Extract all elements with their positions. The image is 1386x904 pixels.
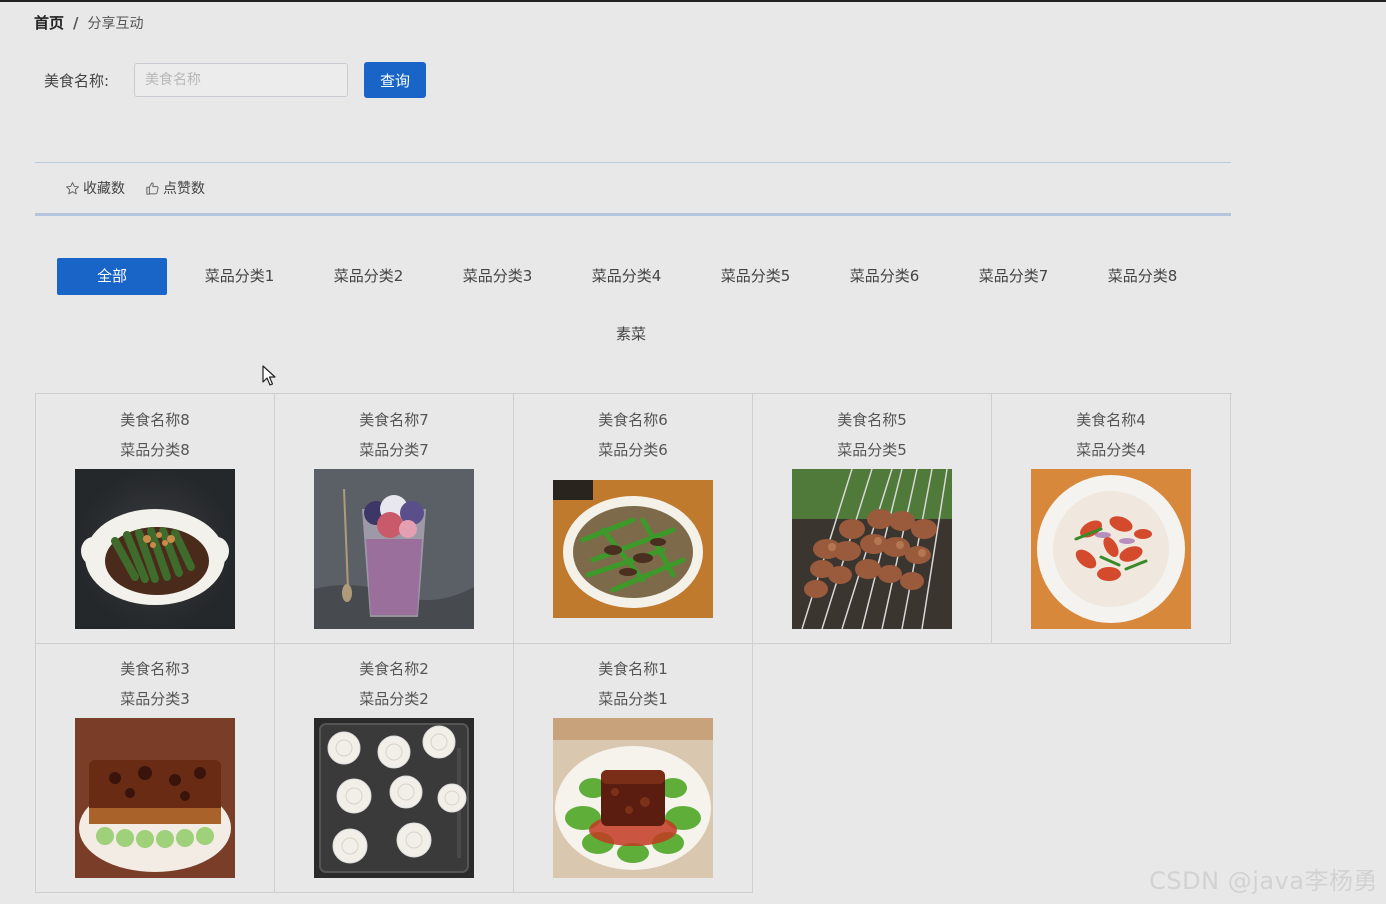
breadcrumb-home[interactable]: 首页 (34, 12, 64, 33)
category-tab-all[interactable]: 全部 (57, 258, 167, 295)
food-card[interactable]: 美食名称1 菜品分类1 (514, 643, 753, 893)
food-image-crayfish-plate[interactable] (1031, 469, 1191, 629)
food-image-okra-dish[interactable] (75, 469, 235, 629)
search-label: 美食名称: (44, 71, 110, 90)
food-category: 菜品分类6 (598, 441, 668, 459)
food-category: 菜品分类7 (359, 441, 429, 459)
sort-favorites-label: 收藏数 (83, 181, 125, 197)
food-name: 美食名称1 (598, 660, 668, 678)
breadcrumb-separator: / (73, 13, 79, 32)
star-icon (66, 181, 79, 194)
category-tab-7[interactable]: 菜品分类7 (949, 258, 1078, 295)
search-input[interactable] (134, 63, 348, 97)
sort-likes-label: 点赞数 (163, 181, 205, 197)
food-category: 菜品分类4 (1076, 441, 1146, 459)
breadcrumb: 首页 / 分享互动 (34, 12, 144, 33)
category-tab-vegetarian[interactable]: 素菜 (581, 316, 681, 353)
sort-by-favorites[interactable]: 收藏数 (65, 178, 125, 198)
food-grid-row-2: 美食名称3 菜品分类3 美食名称2 菜品分类2 美食名称1 菜品分类1 (35, 643, 754, 893)
food-category: 菜品分类5 (837, 441, 907, 459)
food-card[interactable]: 美食名称6 菜品分类6 (514, 394, 753, 644)
food-image-berry-dessert[interactable] (314, 469, 474, 629)
category-tab-4[interactable]: 菜品分类4 (562, 258, 691, 295)
category-tab-2[interactable]: 菜品分类2 (304, 258, 433, 295)
food-name: 美食名称3 (120, 660, 190, 678)
food-name: 美食名称5 (837, 411, 907, 429)
category-tab-3[interactable]: 菜品分类3 (433, 258, 562, 295)
thumb-up-icon (146, 181, 159, 195)
food-category: 菜品分类3 (120, 690, 190, 708)
food-name: 美食名称6 (598, 411, 668, 429)
mouse-cursor-icon (262, 365, 276, 386)
watermark: CSDN @java李杨勇 (1149, 867, 1378, 895)
food-card[interactable]: 美食名称4 菜品分类4 (992, 394, 1231, 644)
sort-bar: 收藏数 点赞数 (35, 162, 1231, 216)
food-name: 美食名称8 (120, 411, 190, 429)
food-image-dongpo-pork[interactable] (553, 718, 713, 878)
category-tabs: 全部 菜品分类1 菜品分类2 菜品分类3 菜品分类4 菜品分类5 菜品分类6 菜… (57, 258, 1207, 295)
category-tab-5[interactable]: 菜品分类5 (691, 258, 820, 295)
food-card[interactable]: 美食名称2 菜品分类2 (275, 643, 514, 893)
food-grid-row-1: 美食名称8 菜品分类8 美食名称7 菜品分类7 美食名称6 菜品分类6 美食名称… (35, 393, 1232, 644)
food-image-mooncakes-tray[interactable] (314, 718, 474, 878)
food-category: 菜品分类8 (120, 441, 190, 459)
category-tab-1[interactable]: 菜品分类1 (175, 258, 304, 295)
food-name: 美食名称4 (1076, 411, 1146, 429)
food-image-grilled-skewers[interactable] (792, 469, 952, 629)
food-image-stir-fry-beef-greens[interactable] (553, 469, 713, 629)
food-name: 美食名称2 (359, 660, 429, 678)
food-card[interactable]: 美食名称7 菜品分类7 (275, 394, 514, 644)
breadcrumb-current: 分享互动 (87, 15, 144, 32)
food-category: 菜品分类2 (359, 690, 429, 708)
food-card[interactable]: 美食名称3 菜品分类3 (36, 643, 275, 893)
category-tab-8[interactable]: 菜品分类8 (1078, 258, 1207, 295)
food-image-braised-pork-bok-choy[interactable] (75, 718, 235, 878)
food-category: 菜品分类1 (598, 690, 668, 708)
food-name: 美食名称7 (359, 411, 429, 429)
sort-by-likes[interactable]: 点赞数 (145, 178, 205, 198)
search-button[interactable]: 查询 (364, 62, 426, 98)
category-tab-6[interactable]: 菜品分类6 (820, 258, 949, 295)
search-form: 美食名称: 查询 (44, 62, 426, 98)
food-card[interactable]: 美食名称8 菜品分类8 (36, 394, 275, 644)
top-border (0, 0, 1386, 2)
food-card[interactable]: 美食名称5 菜品分类5 (753, 394, 992, 644)
